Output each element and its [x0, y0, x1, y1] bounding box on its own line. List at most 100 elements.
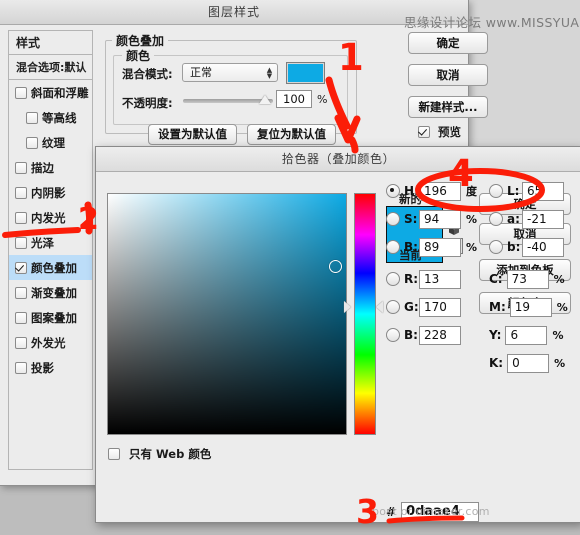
field-row-b-brightness[interactable]: B: 89 %: [386, 237, 477, 257]
blending-options-item[interactable]: 混合选项:默认: [8, 54, 93, 79]
style-list-item[interactable]: 描边: [9, 155, 92, 180]
label-a: a:: [507, 212, 520, 226]
radio-l-icon[interactable]: [489, 184, 503, 198]
input-m[interactable]: 19: [509, 297, 552, 317]
radio-b-brightness-icon[interactable]: [386, 240, 400, 254]
styles-list: 斜面和浮雕 等高线 纹理 描边 内阴影 内发光 光泽 颜色叠加 渐变叠加 图案叠加 外发光 投影: [8, 79, 93, 470]
hue-slider[interactable]: [354, 193, 376, 435]
color-field-cursor[interactable]: [329, 260, 342, 273]
checkbox-icon[interactable]: [15, 286, 27, 299]
opacity-slider-handle[interactable]: [259, 95, 271, 104]
unit-y: %: [552, 328, 564, 342]
field-row-b-blue[interactable]: B: 228: [386, 325, 461, 345]
saturation-brightness-field[interactable]: [107, 193, 347, 435]
web-colors-only-checkbox[interactable]: 只有 Web 颜色: [108, 446, 211, 462]
input-c[interactable]: 73: [506, 269, 549, 289]
input-b-brightness[interactable]: 89: [419, 237, 461, 257]
field-row-a[interactable]: a: -21: [489, 209, 564, 229]
field-row-s[interactable]: S: 94 %: [386, 209, 477, 229]
checkbox-icon: [108, 448, 120, 460]
style-list-item[interactable]: 外发光: [9, 330, 92, 355]
set-default-button[interactable]: 设置为默认值: [148, 124, 237, 145]
input-r[interactable]: 13: [419, 269, 461, 289]
new-style-button[interactable]: 新建样式...: [408, 96, 488, 118]
unit-c: %: [553, 272, 565, 286]
input-b-lab[interactable]: -40: [522, 237, 564, 257]
web-colors-only-label: 只有 Web 颜色: [129, 447, 212, 461]
reset-default-button[interactable]: 复位为默认值: [247, 124, 336, 145]
radio-r-icon[interactable]: [386, 272, 400, 286]
radio-s-icon[interactable]: [386, 212, 400, 226]
check-icon[interactable]: [15, 261, 27, 274]
checkbox-icon[interactable]: [26, 111, 38, 124]
page-title: 图层样式: [207, 5, 260, 19]
input-l[interactable]: 65: [522, 181, 564, 201]
checkbox-icon[interactable]: [15, 311, 27, 324]
annotation-number-4: 4: [448, 152, 474, 195]
style-list-item[interactable]: 投影: [9, 355, 92, 380]
input-y[interactable]: 6: [505, 325, 548, 345]
style-list-item-label: 内发光: [31, 210, 66, 225]
style-list-item[interactable]: 图案叠加: [9, 305, 92, 330]
field-row-l[interactable]: L: 65: [489, 181, 564, 201]
color-subgroup-title: 颜色: [122, 47, 155, 64]
annotation-number-2: 2: [78, 202, 99, 237]
field-row-m[interactable]: M: 19 %: [489, 297, 568, 317]
label-m: M:: [489, 300, 506, 314]
input-k[interactable]: 0: [507, 353, 550, 373]
layer-style-ok-button[interactable]: 确定: [408, 32, 488, 54]
styles-header: 样式: [8, 30, 93, 54]
hue-marker-right-icon[interactable]: [376, 301, 383, 313]
style-list-item[interactable]: 等高线: [9, 105, 92, 130]
style-list-item[interactable]: 颜色叠加: [9, 255, 92, 280]
checkbox-icon[interactable]: [15, 161, 27, 174]
radio-b-lab-icon[interactable]: [489, 240, 503, 254]
field-row-b-lab[interactable]: b: -40: [489, 237, 564, 257]
hex-input[interactable]: 0daae4: [401, 502, 480, 522]
input-b-blue[interactable]: 228: [419, 325, 461, 345]
hex-field-row[interactable]: # 0daae4: [386, 502, 480, 522]
field-row-k[interactable]: K: 0 %: [489, 353, 565, 373]
opacity-input[interactable]: 100: [276, 90, 312, 108]
label-b-blue: B:: [404, 328, 418, 342]
input-a[interactable]: -21: [522, 209, 564, 229]
radio-h-icon[interactable]: [386, 184, 400, 198]
layer-style-cancel-button[interactable]: 取消: [408, 64, 488, 86]
hue-marker-left-icon[interactable]: [344, 301, 351, 313]
checkbox-icon[interactable]: [15, 236, 27, 249]
checkbox-icon[interactable]: [15, 211, 27, 224]
chevron-updown-icon[interactable]: ▲ ▼: [264, 64, 275, 81]
overlay-color-swatch[interactable]: [286, 62, 325, 84]
style-list-item[interactable]: 纹理: [9, 130, 92, 155]
radio-a-icon[interactable]: [489, 212, 503, 226]
opacity-unit: %: [317, 93, 328, 106]
field-row-c[interactable]: C: 73 %: [489, 269, 565, 289]
label-l: L:: [507, 184, 520, 198]
check-icon: [418, 126, 430, 138]
input-g[interactable]: 170: [419, 297, 461, 317]
opacity-label: 不透明度:: [122, 96, 173, 110]
label-b-brightness: B:: [404, 240, 418, 254]
field-row-r[interactable]: R: 13: [386, 269, 461, 289]
field-row-g[interactable]: G: 170: [386, 297, 461, 317]
style-list-item[interactable]: 渐变叠加: [9, 280, 92, 305]
style-list-item-label: 颜色叠加: [31, 260, 77, 275]
blend-mode-label: 混合模式:: [122, 67, 173, 81]
style-list-item[interactable]: 斜面和浮雕: [9, 80, 92, 105]
input-s[interactable]: 94: [419, 209, 461, 229]
checkbox-icon[interactable]: [26, 136, 38, 149]
style-list-item-label: 内阴影: [31, 185, 66, 200]
checkbox-icon[interactable]: [15, 361, 27, 374]
annotation-number-3: 3: [356, 492, 379, 531]
checkbox-icon[interactable]: [15, 186, 27, 199]
hex-hash-label: #: [386, 505, 397, 519]
preview-checkbox-row[interactable]: 预览: [418, 124, 461, 140]
checkbox-icon[interactable]: [15, 86, 27, 99]
label-y: Y:: [489, 328, 502, 342]
field-row-y[interactable]: Y: 6 %: [489, 325, 563, 345]
radio-g-icon[interactable]: [386, 300, 400, 314]
label-b-lab: b:: [507, 240, 521, 254]
radio-b-blue-icon[interactable]: [386, 328, 400, 342]
checkbox-icon[interactable]: [15, 336, 27, 349]
unit-s: %: [466, 212, 478, 226]
